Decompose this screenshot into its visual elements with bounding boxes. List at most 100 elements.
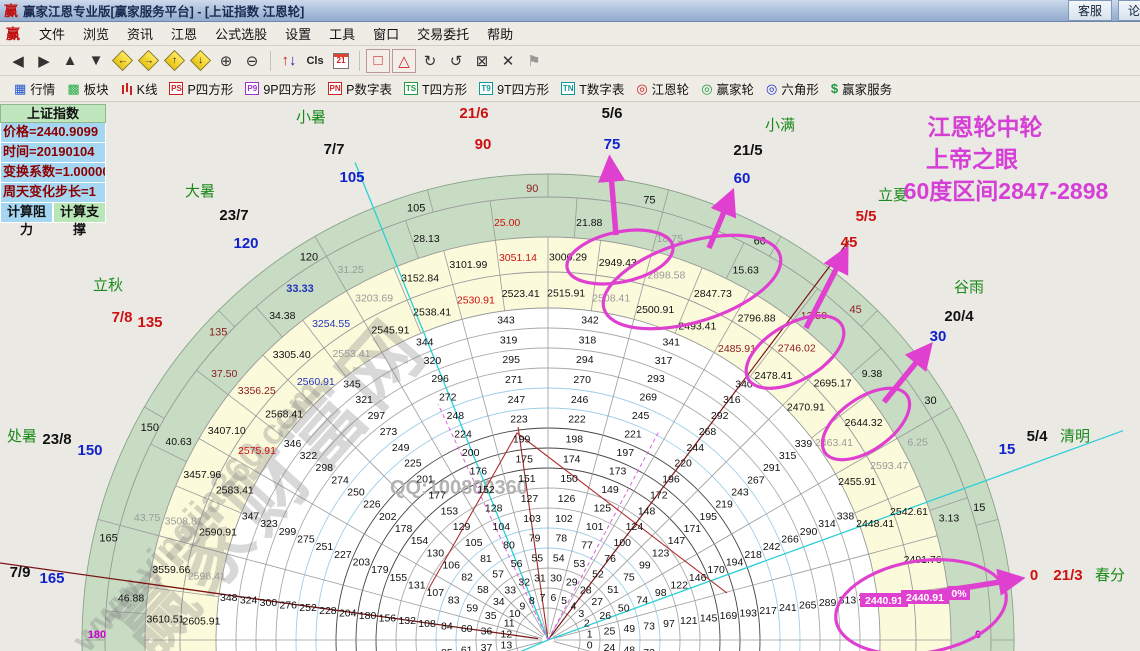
menu-item-6[interactable]: 设置 — [276, 22, 320, 45]
spiral-15-cell: 342 — [581, 315, 599, 327]
tool-9p-square[interactable]: P9 9P四方形 — [239, 77, 322, 100]
forum-button[interactable]: 论坛 — [1117, 0, 1140, 21]
calendar-icon[interactable]: 21 — [329, 49, 353, 73]
spiral-3-cell: 50 — [618, 602, 630, 614]
spiral-6-cell: 124 — [626, 521, 644, 533]
spiral-13-cell: 298 — [316, 462, 334, 474]
nav-back-icon[interactable]: ◀ — [6, 49, 30, 73]
tool-t-number-table[interactable]: TN T数字表 — [555, 77, 630, 100]
spiral-14-cell: 320 — [424, 355, 442, 367]
spiral-3-cell: 48 — [623, 644, 635, 651]
spiral-6-cell: 121 — [680, 615, 698, 627]
degree-ring-cell: 45 — [849, 304, 861, 316]
annotation-text-line2: 上帝之眼 — [926, 146, 1018, 172]
price-ring-inner-cell: 2568.41 — [265, 408, 303, 420]
menu-item-9[interactable]: 交易委托 — [408, 22, 478, 45]
draw-triangle-icon[interactable]: △ — [392, 48, 416, 73]
percent-ring-cell: 46.88 — [118, 593, 144, 605]
spiral-7-cell: 152 — [477, 484, 495, 496]
solar-term-label: 大暑 — [185, 183, 215, 200]
pan-left-icon[interactable]: ← — [110, 49, 134, 73]
flag-icon[interactable]: ⚑ — [522, 49, 546, 73]
calc-support-button[interactable]: 计算支撑 — [53, 203, 106, 237]
spiral-3-cell: 57 — [492, 569, 504, 581]
tool-9t-square[interactable]: T9 9T四方形 — [473, 77, 555, 100]
spiral-14-cell: 314 — [818, 518, 836, 530]
tool-quotes[interactable]: ▦ 行情 — [8, 77, 61, 100]
menu-item-1[interactable]: 文件 — [30, 22, 74, 45]
spiral-14-cell: 319 — [500, 334, 518, 346]
price-ring-inner-cell: 2455.91 — [838, 476, 876, 488]
tool-p-number-table[interactable]: PN P数字表 — [322, 77, 398, 100]
step-row: 周天变化步长=1 — [0, 183, 106, 203]
spiral-6-cell: 127 — [521, 493, 539, 505]
menu-item-7[interactable]: 工具 — [320, 22, 364, 45]
spiral-1-cell: 8 — [529, 595, 535, 607]
spiral-4-cell: 73 — [643, 620, 655, 632]
spiral-13-cell: 295 — [502, 354, 520, 366]
menu-item-10[interactable]: 帮助 — [478, 22, 522, 45]
spiral-4-cell: 84 — [441, 620, 453, 632]
spiral-10-cell: 228 — [319, 605, 337, 617]
box-x-icon[interactable]: ⊠ — [470, 49, 494, 73]
tool-9t-square-label: 9T四方形 — [497, 83, 550, 97]
menu-item-5[interactable]: 公式选股 — [206, 22, 276, 45]
tool-winner-service[interactable]: $ 赢家服务 — [825, 77, 898, 100]
pan-down-icon[interactable]: ↓ — [188, 49, 212, 73]
zoom-out-icon[interactable]: ⊖ — [240, 49, 264, 73]
tool-kline[interactable]: K线 — [115, 77, 164, 100]
zoom-in-icon[interactable]: ⊕ — [214, 49, 238, 73]
sort-updown-icon[interactable]: ↑↓ — [277, 49, 301, 73]
spiral-1-cell: 6 — [551, 592, 557, 604]
spiral-3-cell: 58 — [477, 584, 489, 596]
tool-sectors[interactable]: ▩ 板块 — [61, 77, 114, 100]
tool-kline-label: K线 — [136, 83, 158, 97]
menu-item-2[interactable]: 浏览 — [74, 22, 118, 45]
spiral-14-cell: 321 — [355, 394, 373, 406]
pan-right-icon[interactable]: → — [136, 49, 160, 73]
spiral-5-cell: 100 — [614, 537, 632, 549]
tool-p-square[interactable]: PS P四方形 — [163, 77, 239, 100]
spiral-12-cell: 267 — [747, 474, 765, 486]
spiral-8-cell: 177 — [428, 489, 446, 501]
converge-icon[interactable]: ✕ — [496, 49, 520, 73]
tool-gann-wheel[interactable]: ◎ 江恩轮 — [630, 77, 695, 100]
tool-9p-square-label: 9P四方形 — [263, 83, 317, 97]
nav-up-icon[interactable]: ▲ — [58, 49, 82, 73]
spiral-9-cell: 202 — [379, 511, 397, 523]
draw-rect-icon[interactable]: □ — [366, 48, 390, 73]
price-ring-inner-cell: 2590.91 — [199, 527, 237, 539]
title-bar: 赢 赢家江恩专业版[赢家服务平台] - [上证指数 江恩轮] 客服 论坛 — [0, 0, 1140, 22]
percent-ring-cell: 31.25 — [338, 264, 364, 276]
price-ring-inner-cell: 2470.91 — [787, 402, 825, 414]
nav-down-icon[interactable]: ▼ — [84, 49, 108, 73]
pan-up-icon[interactable]: ↑ — [162, 49, 186, 73]
wheel-axis-label: 30 — [930, 328, 947, 345]
price-ring-inner-cell: 2538.41 — [413, 307, 451, 319]
spiral-6-cell: 132 — [398, 615, 416, 627]
gann-wheel-canvas[interactable]: 赢家财富网www.yingjia360.com QQ:10080036015304… — [0, 102, 1140, 651]
spiral-10-cell: 219 — [715, 499, 733, 511]
tool-winner-service-icon: $ — [830, 81, 839, 96]
percent-ring-cell: 9.38 — [862, 368, 883, 380]
menu-item-3[interactable]: 资讯 — [118, 22, 162, 45]
wheel-axis-label: 5/4 — [1027, 428, 1049, 445]
tool-winner-wheel[interactable]: ◎ 赢家轮 — [695, 77, 760, 100]
percent-ring-cell: 34.38 — [269, 310, 295, 322]
degree-ring-cell: 120 — [300, 251, 318, 263]
rotate-cw-icon[interactable]: ↻ — [418, 49, 442, 73]
tool-hexagon[interactable]: ◎ 六角形 — [760, 77, 825, 100]
spiral-3-cell: 61 — [461, 644, 473, 651]
nav-forward-icon[interactable]: ▶ — [32, 49, 56, 73]
wheel-extra-label: 180 — [88, 629, 106, 641]
price-ring-inner-cell: 2583.41 — [216, 484, 254, 496]
price-ring-inner-cell: 2530.91 — [457, 294, 495, 306]
rotate-ccw-icon[interactable]: ↺ — [444, 49, 468, 73]
menu-item-8[interactable]: 窗口 — [364, 22, 408, 45]
tool-t-square[interactable]: TS T四方形 — [398, 77, 473, 100]
calc-resistance-button[interactable]: 计算阻力 — [0, 203, 53, 237]
menu-item-4[interactable]: 江恩 — [162, 22, 206, 45]
customer-service-button[interactable]: 客服 — [1067, 0, 1112, 21]
cls-button-icon[interactable]: Cls — [303, 49, 327, 73]
spiral-13-cell: 292 — [711, 410, 729, 422]
